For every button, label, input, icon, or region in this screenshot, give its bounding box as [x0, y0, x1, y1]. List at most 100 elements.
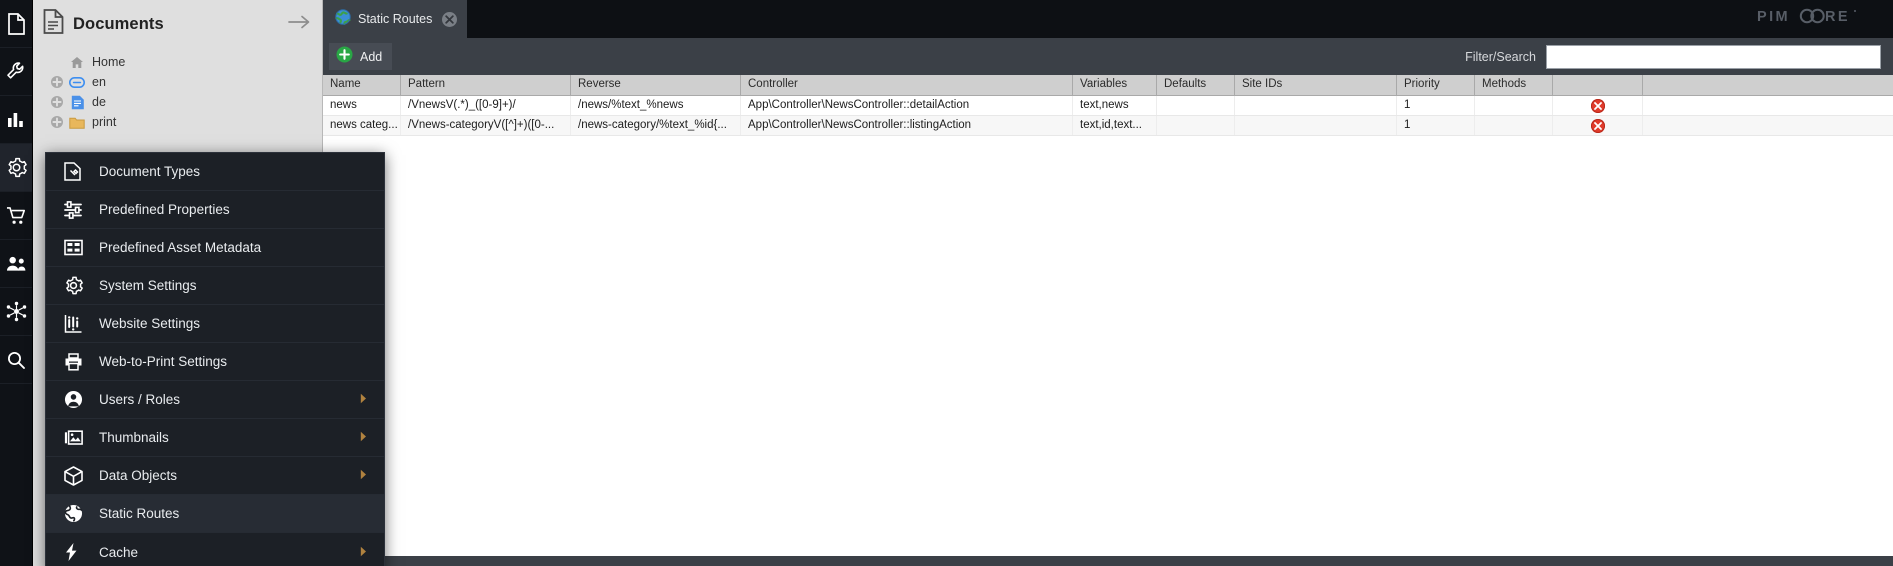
cell-defaults: [1157, 116, 1235, 135]
static-routes-grid: Name Pattern Reverse Controller Variable…: [323, 75, 1893, 556]
chevron-right-icon: [360, 468, 372, 483]
chevron-right-icon: [360, 545, 372, 560]
settings-dropdown-menu: Document Types Predefined Properties Pre…: [45, 152, 385, 566]
cell-site-ids: [1235, 116, 1397, 135]
tree-item-print[interactable]: print: [33, 112, 322, 132]
tree-item-label: de: [90, 95, 106, 109]
bolt-icon: [64, 542, 90, 562]
add-button[interactable]: Add: [329, 43, 392, 70]
table-row[interactable]: news categ... /Vnews-categoryV([^]+)([0-…: [323, 116, 1893, 136]
cell-variables: text,id,text...: [1073, 116, 1157, 135]
page-title: Documents: [73, 15, 279, 34]
column-header-site-ids[interactable]: Site IDs: [1235, 75, 1397, 95]
menu-item-label: Web-to-Print Settings: [90, 354, 372, 369]
documents-panel-header: Documents: [33, 0, 322, 48]
rail-item-datahub[interactable]: [0, 288, 32, 336]
column-header-variables[interactable]: Variables: [1073, 75, 1157, 95]
menu-item-predefined-asset-metadata[interactable]: Predefined Asset Metadata: [46, 229, 384, 267]
sliders-icon: [64, 201, 90, 219]
svg-text:PIM: PIM: [1757, 9, 1790, 24]
menu-item-label: Static Routes: [90, 506, 372, 521]
rail-item-search[interactable]: [0, 336, 32, 384]
metadata-icon: [64, 239, 90, 256]
column-header-methods[interactable]: Methods: [1475, 75, 1553, 95]
website-settings-icon: [64, 314, 90, 333]
delete-row-button[interactable]: [1591, 119, 1605, 133]
menu-item-thumbnails[interactable]: Thumbnails: [46, 419, 384, 457]
link-icon: [69, 74, 85, 90]
column-header-actions: [1553, 75, 1643, 95]
filter-search-group: Filter/Search: [1465, 38, 1881, 75]
menu-item-system-settings[interactable]: System Settings: [46, 267, 384, 305]
expand-icon[interactable]: [50, 95, 64, 109]
document-types-icon: [64, 162, 90, 181]
documents-icon: [7, 13, 26, 35]
customers-icon: [6, 255, 27, 272]
expand-icon[interactable]: [50, 115, 64, 129]
menu-item-cache[interactable]: Cache: [46, 533, 384, 566]
menu-item-web-to-print-settings[interactable]: Web-to-Print Settings: [46, 343, 384, 381]
tree-item-de[interactable]: de: [33, 92, 322, 112]
menu-item-static-routes[interactable]: Static Routes: [46, 495, 384, 533]
menu-item-predefined-properties[interactable]: Predefined Properties: [46, 191, 384, 229]
grid-empty-area: [323, 136, 1893, 556]
delete-row-button[interactable]: [1591, 99, 1605, 113]
user-icon: [64, 390, 90, 409]
tab-bar: Static Routes PIM RE: [323, 0, 1893, 38]
tree-item-en[interactable]: en: [33, 72, 322, 92]
column-header-reverse[interactable]: Reverse: [571, 75, 741, 95]
cell-actions: [1553, 96, 1643, 115]
cell-name: news: [323, 96, 401, 115]
cell-name: news categ...: [323, 116, 401, 135]
folder-icon: [69, 114, 85, 130]
cell-defaults: [1157, 96, 1235, 115]
cell-actions: [1553, 116, 1643, 135]
left-icon-rail: [0, 0, 33, 566]
cell-priority: 1: [1397, 96, 1475, 115]
menu-item-label: Thumbnails: [90, 430, 360, 445]
cell-methods: [1475, 116, 1553, 135]
printer-icon: [64, 353, 90, 371]
close-icon[interactable]: [442, 12, 457, 27]
tools-icon: [6, 61, 27, 82]
rail-item-ecommerce[interactable]: [0, 192, 32, 240]
collapse-panel-arrow-icon[interactable]: [288, 15, 310, 34]
table-row[interactable]: news /VnewsV(.*)_([0-9]+)/ /news/%text_%…: [323, 96, 1893, 116]
add-button-label: Add: [360, 50, 382, 64]
rail-item-documents[interactable]: [0, 0, 32, 48]
rail-item-customers[interactable]: [0, 240, 32, 288]
menu-item-document-types[interactable]: Document Types: [46, 153, 384, 191]
column-header-name[interactable]: Name: [323, 75, 401, 95]
document-panel-icon: [43, 9, 64, 39]
rail-item-tools[interactable]: [0, 48, 32, 96]
menu-item-label: Predefined Properties: [90, 202, 372, 217]
column-header-priority[interactable]: Priority: [1397, 75, 1475, 95]
grid-header-row: Name Pattern Reverse Controller Variable…: [323, 75, 1893, 96]
pimcore-admin-window: Documents Home en: [0, 0, 1893, 566]
tree-item-home[interactable]: Home: [33, 52, 322, 72]
pimcore-logo: PIM RE: [1757, 8, 1875, 27]
rail-item-settings[interactable]: [0, 144, 32, 192]
column-header-defaults[interactable]: Defaults: [1157, 75, 1235, 95]
column-header-controller[interactable]: Controller: [741, 75, 1073, 95]
tab-label: Static Routes: [358, 12, 432, 26]
tab-static-routes[interactable]: Static Routes: [323, 0, 467, 38]
cube-icon: [64, 466, 90, 486]
menu-item-label: System Settings: [90, 278, 372, 293]
shopping-cart-icon: [6, 206, 27, 226]
menu-item-website-settings[interactable]: Website Settings: [46, 305, 384, 343]
filter-search-input[interactable]: [1546, 45, 1881, 69]
menu-item-data-objects[interactable]: Data Objects: [46, 457, 384, 495]
rail-item-marketing[interactable]: [0, 96, 32, 144]
menu-item-users-roles[interactable]: Users / Roles: [46, 381, 384, 419]
menu-item-label: Predefined Asset Metadata: [90, 240, 372, 255]
page-icon: [69, 94, 85, 110]
chevron-right-icon: [360, 392, 372, 407]
expand-icon[interactable]: [50, 75, 64, 89]
column-header-pattern[interactable]: Pattern: [401, 75, 571, 95]
cell-pattern: /Vnews-categoryV([^]+)([0-...: [401, 116, 571, 135]
tree-item-label: print: [90, 115, 116, 129]
cell-controller: App\Controller\NewsController::detailAct…: [741, 96, 1073, 115]
chevron-right-icon: [360, 430, 372, 445]
cell-controller: App\Controller\NewsController::listingAc…: [741, 116, 1073, 135]
